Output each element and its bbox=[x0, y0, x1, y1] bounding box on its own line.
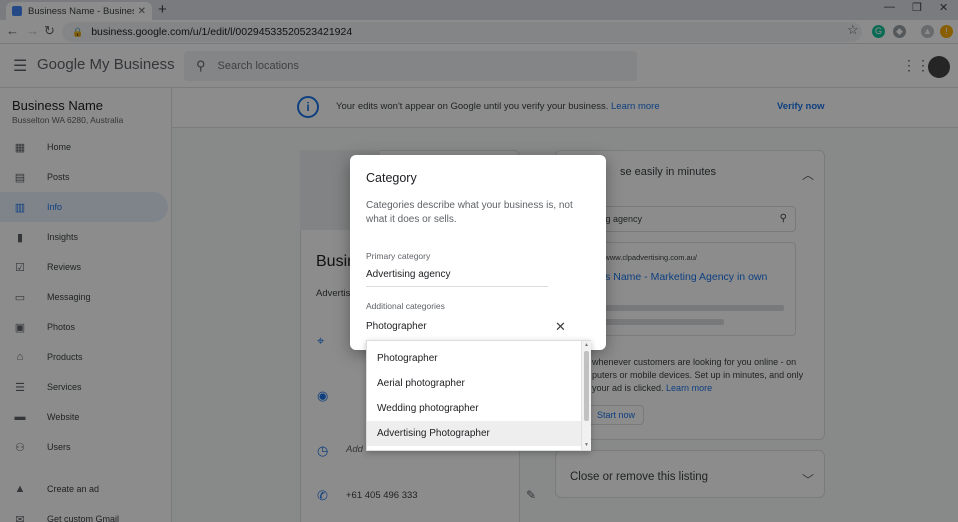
suggestion-item[interactable]: Wedding photographer bbox=[367, 396, 581, 421]
category-suggestions: Photographer Aerial photographer Wedding… bbox=[366, 340, 591, 451]
clear-category-icon[interactable]: ✕ bbox=[555, 319, 566, 335]
scroll-up-arrow-icon[interactable]: ▲ bbox=[584, 342, 589, 348]
category-dialog: Category Categories describe what your b… bbox=[350, 155, 606, 350]
dialog-title: Category bbox=[366, 171, 417, 185]
suggestions-scrollbar[interactable]: ▲ ▼ bbox=[581, 341, 591, 450]
additional-category-input[interactable] bbox=[366, 321, 556, 332]
suggestion-item[interactable]: Photographer bbox=[367, 346, 581, 371]
primary-category-label: Primary category bbox=[366, 251, 431, 261]
dialog-description: Categories describe what your business i… bbox=[366, 200, 573, 225]
suggestion-item[interactable]: Aerial photographer bbox=[367, 371, 581, 396]
primary-category-field[interactable]: Advertising agency bbox=[366, 269, 548, 287]
scroll-down-arrow-icon[interactable]: ▼ bbox=[584, 442, 589, 448]
scrollbar-thumb[interactable] bbox=[584, 351, 589, 421]
suggestion-item[interactable]: Advertising Photographer bbox=[367, 421, 581, 446]
additional-categories-label: Additional categories bbox=[366, 301, 445, 311]
